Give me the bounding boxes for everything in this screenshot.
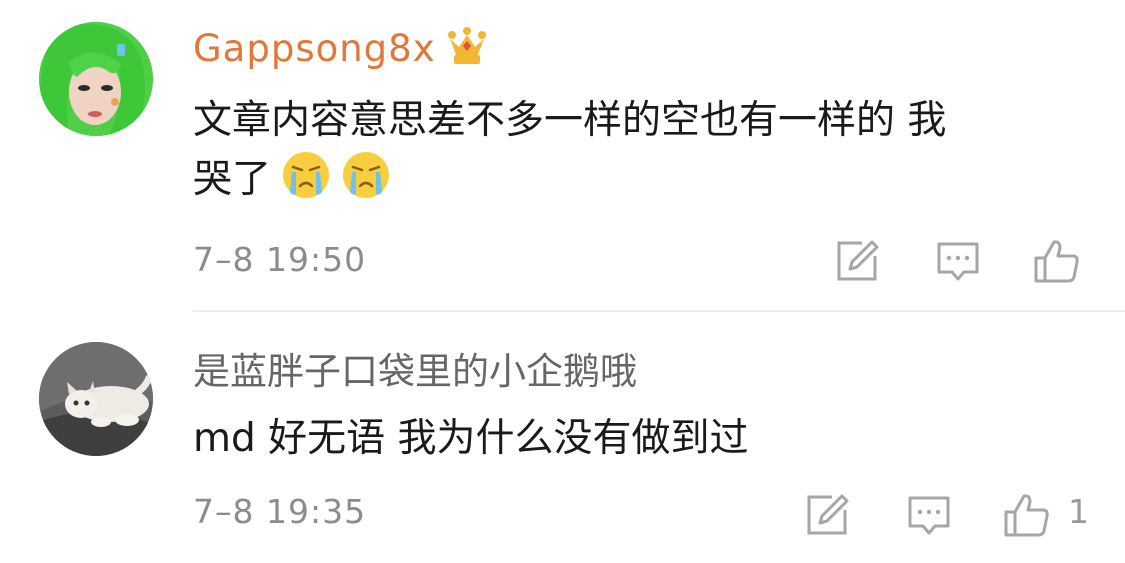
comment-text-line: md 好无语 我为什么没有做到过 — [193, 416, 749, 461]
repost-button[interactable] — [802, 490, 852, 540]
comment-text-line-2: 哭了 — [193, 157, 272, 202]
reply-icon — [904, 490, 954, 540]
like-icon — [1032, 236, 1082, 286]
reply-button[interactable] — [933, 236, 983, 286]
like-count: 1 — [1068, 492, 1089, 531]
repost-button[interactable] — [832, 236, 882, 286]
avatar[interactable] — [39, 342, 153, 456]
timestamp: 7–8 19:35 — [193, 492, 367, 531]
reply-icon — [933, 236, 983, 286]
avatar[interactable] — [39, 22, 153, 136]
comment-text-line: 文章内容意思差不多一样的空也有一样的 我 — [193, 98, 947, 143]
username[interactable]: Gappsong8x — [193, 27, 488, 71]
timestamp: 7–8 19:50 — [193, 240, 367, 279]
crying-face-icon — [281, 150, 331, 200]
comment-item: 是蓝胖子口袋里的小企鹅哦 md 好无语 我为什么没有做到过 7–8 19:35 … — [0, 312, 1125, 563]
comment-item: Gappsong8x 文章内容意思差不多一样的空也有一样的 我 哭了 7–8 1… — [0, 0, 1125, 310]
repost-icon — [832, 236, 882, 286]
crown-badge-icon — [446, 27, 488, 67]
repost-icon — [802, 490, 852, 540]
like-button[interactable] — [1002, 490, 1052, 540]
reply-button[interactable] — [904, 490, 954, 540]
comment-text: 文章内容意思差不多一样的空也有一样的 我 哭了 — [193, 92, 946, 209]
username-text[interactable]: Gappsong8x — [193, 27, 436, 70]
like-icon — [1002, 490, 1052, 540]
username[interactable]: 是蓝胖子口袋里的小企鹅哦 — [193, 350, 637, 394]
like-button[interactable] — [1032, 236, 1082, 286]
comment-text-line: 哭了 — [193, 150, 946, 209]
crying-face-icon — [341, 150, 391, 200]
comment-text: md 好无语 我为什么没有做到过 — [193, 410, 749, 468]
